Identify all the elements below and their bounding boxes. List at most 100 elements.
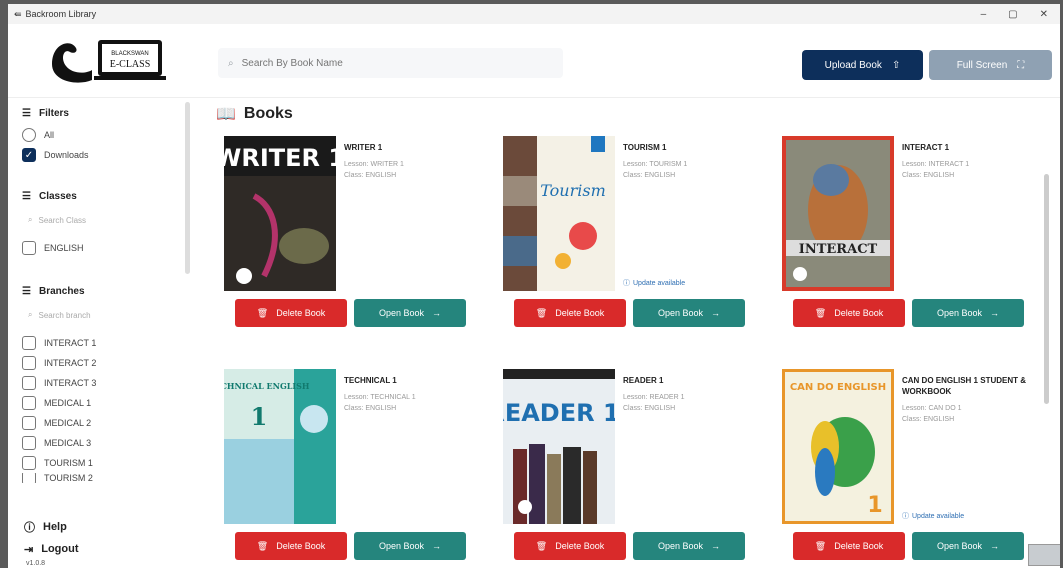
keyboard-icon[interactable] bbox=[1028, 544, 1060, 566]
app-logo: BLACKSWAN E-CLASS bbox=[48, 34, 168, 86]
open-book-button[interactable]: Open Book → bbox=[912, 532, 1024, 560]
book-info: TECHNICAL 1 Lesson: TECHNICAL 1 Class: E… bbox=[344, 375, 494, 414]
book-class: Class: ENGLISH bbox=[902, 172, 955, 179]
open-book-button[interactable]: Open Book → bbox=[354, 532, 466, 560]
delete-book-button[interactable]: 🗑 Delete Book bbox=[235, 299, 347, 327]
branch-item[interactable]: MEDICAL 2 bbox=[22, 413, 174, 433]
logout-label: Logout bbox=[41, 543, 79, 555]
trash-icon: 🗑 bbox=[535, 540, 548, 551]
logout-link[interactable]: ⇥ Logout bbox=[24, 538, 78, 560]
book-cover[interactable]: INTERACT bbox=[782, 136, 894, 291]
open-label: Open Book bbox=[936, 541, 983, 551]
update-label: Update available bbox=[912, 512, 965, 520]
delete-label: Delete Book bbox=[555, 541, 605, 551]
filters-title-label: Filters bbox=[38, 108, 69, 119]
search-input[interactable] bbox=[241, 57, 542, 69]
app-window: ⇚ Backroom Library – ▢ ✕ BLACKSWAN E-CLA… bbox=[8, 4, 1060, 568]
open-book-button[interactable]: Open Book → bbox=[633, 299, 745, 327]
checkbox-downloads[interactable]: ✓ bbox=[22, 148, 36, 162]
logo-big-text: E-CLASS bbox=[110, 59, 151, 70]
logo-small-text: BLACKSWAN bbox=[111, 51, 148, 57]
sidebar-scrollbar[interactable] bbox=[185, 102, 190, 274]
cover-title: INTERACT bbox=[799, 242, 878, 257]
class-search[interactable]: ⌕ Search Class bbox=[28, 208, 174, 232]
branch-label: MEDICAL 2 bbox=[44, 418, 92, 428]
full-screen-button[interactable]: Full Screen ⛶ bbox=[929, 50, 1052, 80]
upload-book-button[interactable]: Upload Book ⇧ bbox=[802, 50, 923, 80]
branch-checkbox[interactable] bbox=[22, 376, 36, 390]
filter-icon: ☰ bbox=[22, 286, 31, 297]
book-class: Class: ENGLISH bbox=[623, 405, 676, 412]
branch-item[interactable]: TOURISM 1 bbox=[22, 453, 174, 473]
branch-checkbox[interactable] bbox=[22, 356, 36, 370]
checkbox-english[interactable] bbox=[22, 241, 36, 255]
filter-downloads[interactable]: ✓ Downloads bbox=[22, 145, 174, 165]
open-book-button[interactable]: Open Book → bbox=[354, 299, 466, 327]
cover-title: TECHNICAL ENGLISH bbox=[224, 381, 310, 391]
info-icon: ⓘ bbox=[623, 280, 630, 287]
title-bar: ⇚ Backroom Library – ▢ ✕ bbox=[8, 4, 1060, 24]
radio-all[interactable] bbox=[22, 128, 36, 142]
book-search[interactable]: ⌕ bbox=[218, 48, 563, 78]
search-icon: ⌕ bbox=[228, 57, 234, 69]
book-info: READER 1 Lesson: READER 1 Class: ENGLISH bbox=[623, 375, 773, 414]
branch-search[interactable]: ⌕ Search branch bbox=[28, 303, 174, 327]
arrow-right-icon: → bbox=[432, 308, 442, 318]
branch-label: MEDICAL 1 bbox=[44, 398, 92, 408]
branch-checkbox[interactable] bbox=[22, 396, 36, 410]
update-available-link[interactable]: ⓘ Update available bbox=[902, 511, 964, 521]
book-cover[interactable]: WRITER 1 bbox=[224, 136, 336, 291]
book-cover[interactable]: TECHNICAL ENGLISH 1 bbox=[224, 369, 336, 524]
version-text: v1.0.8 bbox=[26, 560, 46, 567]
full-screen-label: Full Screen bbox=[956, 59, 1008, 71]
branch-checkbox[interactable] bbox=[22, 436, 36, 450]
branch-checkbox[interactable] bbox=[22, 336, 36, 350]
help-icon: ⓘ bbox=[24, 522, 35, 534]
update-available-link[interactable]: ⓘ Update available bbox=[623, 278, 685, 288]
close-button[interactable]: ✕ bbox=[1040, 9, 1048, 20]
book-class: Class: ENGLISH bbox=[344, 405, 397, 412]
open-book-button[interactable]: Open Book → bbox=[633, 532, 745, 560]
open-book-button[interactable]: Open Book → bbox=[912, 299, 1024, 327]
branch-label: INTERACT 3 bbox=[44, 378, 97, 388]
maximize-button[interactable]: ▢ bbox=[1008, 9, 1017, 20]
book-cover[interactable]: Tourism bbox=[503, 136, 615, 291]
open-label: Open Book bbox=[378, 308, 425, 318]
delete-book-button[interactable]: 🗑 Delete Book bbox=[793, 532, 905, 560]
book-info: INTERACT 1 Lesson: INTERACT 1 Class: ENG… bbox=[902, 142, 1052, 181]
delete-book-button[interactable]: 🗑 Delete Book bbox=[235, 532, 347, 560]
class-english[interactable]: ENGLISH bbox=[22, 238, 174, 258]
branch-item[interactable]: INTERACT 1 bbox=[22, 333, 174, 353]
filters-title: ☰ Filters bbox=[22, 108, 174, 119]
branch-item[interactable]: INTERACT 2 bbox=[22, 353, 174, 373]
filter-all[interactable]: All bbox=[22, 125, 174, 145]
branch-checkbox[interactable] bbox=[22, 456, 36, 470]
branch-item[interactable]: INTERACT 3 bbox=[22, 373, 174, 393]
branch-item[interactable]: MEDICAL 3 bbox=[22, 433, 174, 453]
branch-item[interactable]: TOURISM 2 bbox=[22, 473, 174, 483]
book-lesson: Lesson: TECHNICAL 1 bbox=[344, 394, 416, 401]
book-info: WRITER 1 Lesson: WRITER 1 Class: ENGLISH bbox=[344, 142, 494, 181]
filter-icon: ☰ bbox=[22, 191, 31, 202]
book-title: TOURISM 1 bbox=[623, 143, 667, 152]
branch-checkbox[interactable] bbox=[22, 416, 36, 430]
book-title: CAN DO ENGLISH 1 STUDENT & WORKBOOK bbox=[902, 376, 1027, 396]
book-cover[interactable]: READER 1 bbox=[503, 369, 615, 524]
branch-item[interactable]: MEDICAL 1 bbox=[22, 393, 174, 413]
open-label: Open Book bbox=[657, 541, 704, 551]
branch-checkbox[interactable] bbox=[22, 473, 36, 483]
help-link[interactable]: ⓘ Help bbox=[24, 516, 78, 538]
branch-label: TOURISM 1 bbox=[44, 458, 93, 468]
delete-book-button[interactable]: 🗑 Delete Book bbox=[514, 532, 626, 560]
svg-text:1: 1 bbox=[251, 402, 268, 431]
main-scrollbar[interactable] bbox=[1044, 174, 1049, 404]
book-cover[interactable]: CAN DO ENGLISH 1 bbox=[782, 369, 894, 524]
trash-icon: 🗑 bbox=[256, 307, 269, 318]
delete-book-button[interactable]: 🗑 Delete Book bbox=[793, 299, 905, 327]
classes-title: ☰ Classes bbox=[22, 191, 174, 202]
filter-downloads-label: Downloads bbox=[44, 150, 89, 160]
upload-label: Upload Book bbox=[824, 59, 882, 71]
minimize-button[interactable]: – bbox=[981, 9, 987, 20]
arrow-right-icon: → bbox=[432, 541, 442, 551]
delete-book-button[interactable]: 🗑 Delete Book bbox=[514, 299, 626, 327]
